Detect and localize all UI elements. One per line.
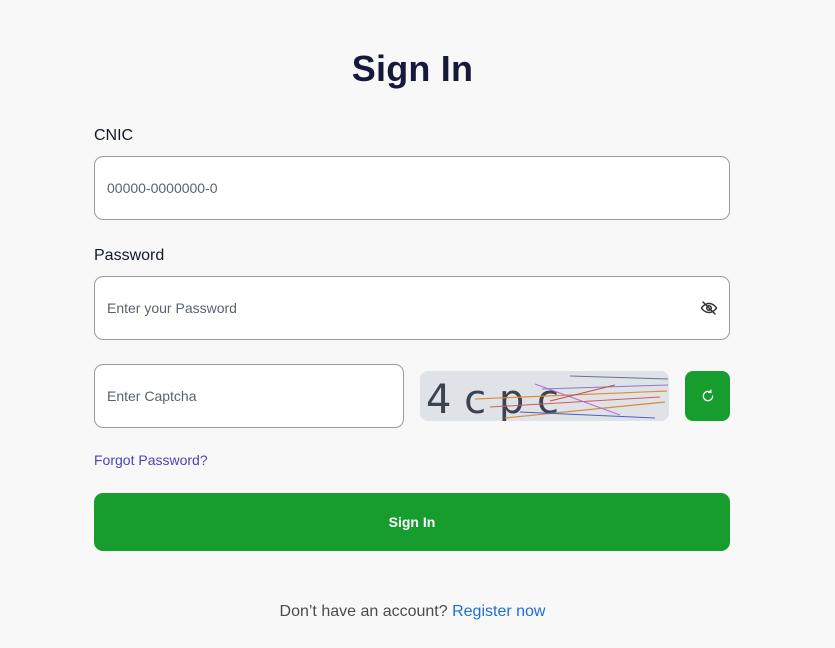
password-input[interactable] (95, 277, 729, 339)
cnic-field[interactable] (94, 156, 730, 220)
register-prompt-text: Don’t have an account? (279, 603, 448, 620)
sign-in-button[interactable]: Sign In (94, 493, 730, 551)
register-prompt: Don’t have an account? Register now (0, 603, 825, 621)
captcha-field[interactable] (94, 364, 404, 428)
refresh-icon (701, 389, 715, 403)
password-field[interactable] (94, 276, 730, 340)
page-title: Sign In (351, 48, 474, 89)
forgot-password-link[interactable]: Forgot Password? (94, 452, 208, 468)
register-link[interactable]: Register now (452, 603, 545, 620)
captcha-refresh-button[interactable] (685, 371, 730, 421)
cnic-input[interactable] (95, 157, 729, 219)
cnic-label: CNIC (94, 127, 134, 144)
eye-off-icon[interactable] (700, 299, 718, 317)
captcha-image: 4 c p c (420, 371, 669, 421)
password-label: Password (94, 247, 165, 264)
captcha-input[interactable] (95, 365, 403, 427)
